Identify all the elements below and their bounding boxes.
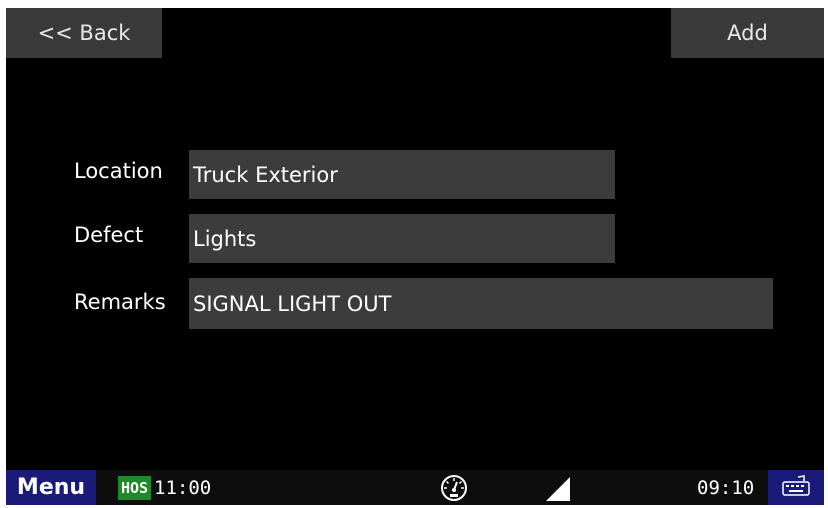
clock: 09:10 [697,477,755,499]
gauge-icon[interactable] [440,474,468,502]
defect-field[interactable]: Lights [189,214,615,263]
back-button[interactable]: << Back [6,8,162,58]
location-field[interactable]: Truck Exterior [189,150,615,199]
status-bar: Menu HOS 11:00 09:10 [6,470,824,505]
app-screen: << Back Add Location Truck Exterior Defe… [6,8,824,505]
hos-badge[interactable]: HOS [118,476,152,500]
remarks-field[interactable]: SIGNAL LIGHT OUT [189,278,773,329]
hos-time: 11:00 [154,477,212,499]
remarks-label: Remarks [74,290,166,314]
menu-button[interactable]: Menu [6,470,96,505]
signal-icon [544,476,572,502]
location-label: Location [74,159,163,183]
add-button[interactable]: Add [671,8,824,58]
keyboard-button[interactable] [768,470,824,505]
defect-label: Defect [74,223,144,247]
keyboard-icon [781,474,811,501]
